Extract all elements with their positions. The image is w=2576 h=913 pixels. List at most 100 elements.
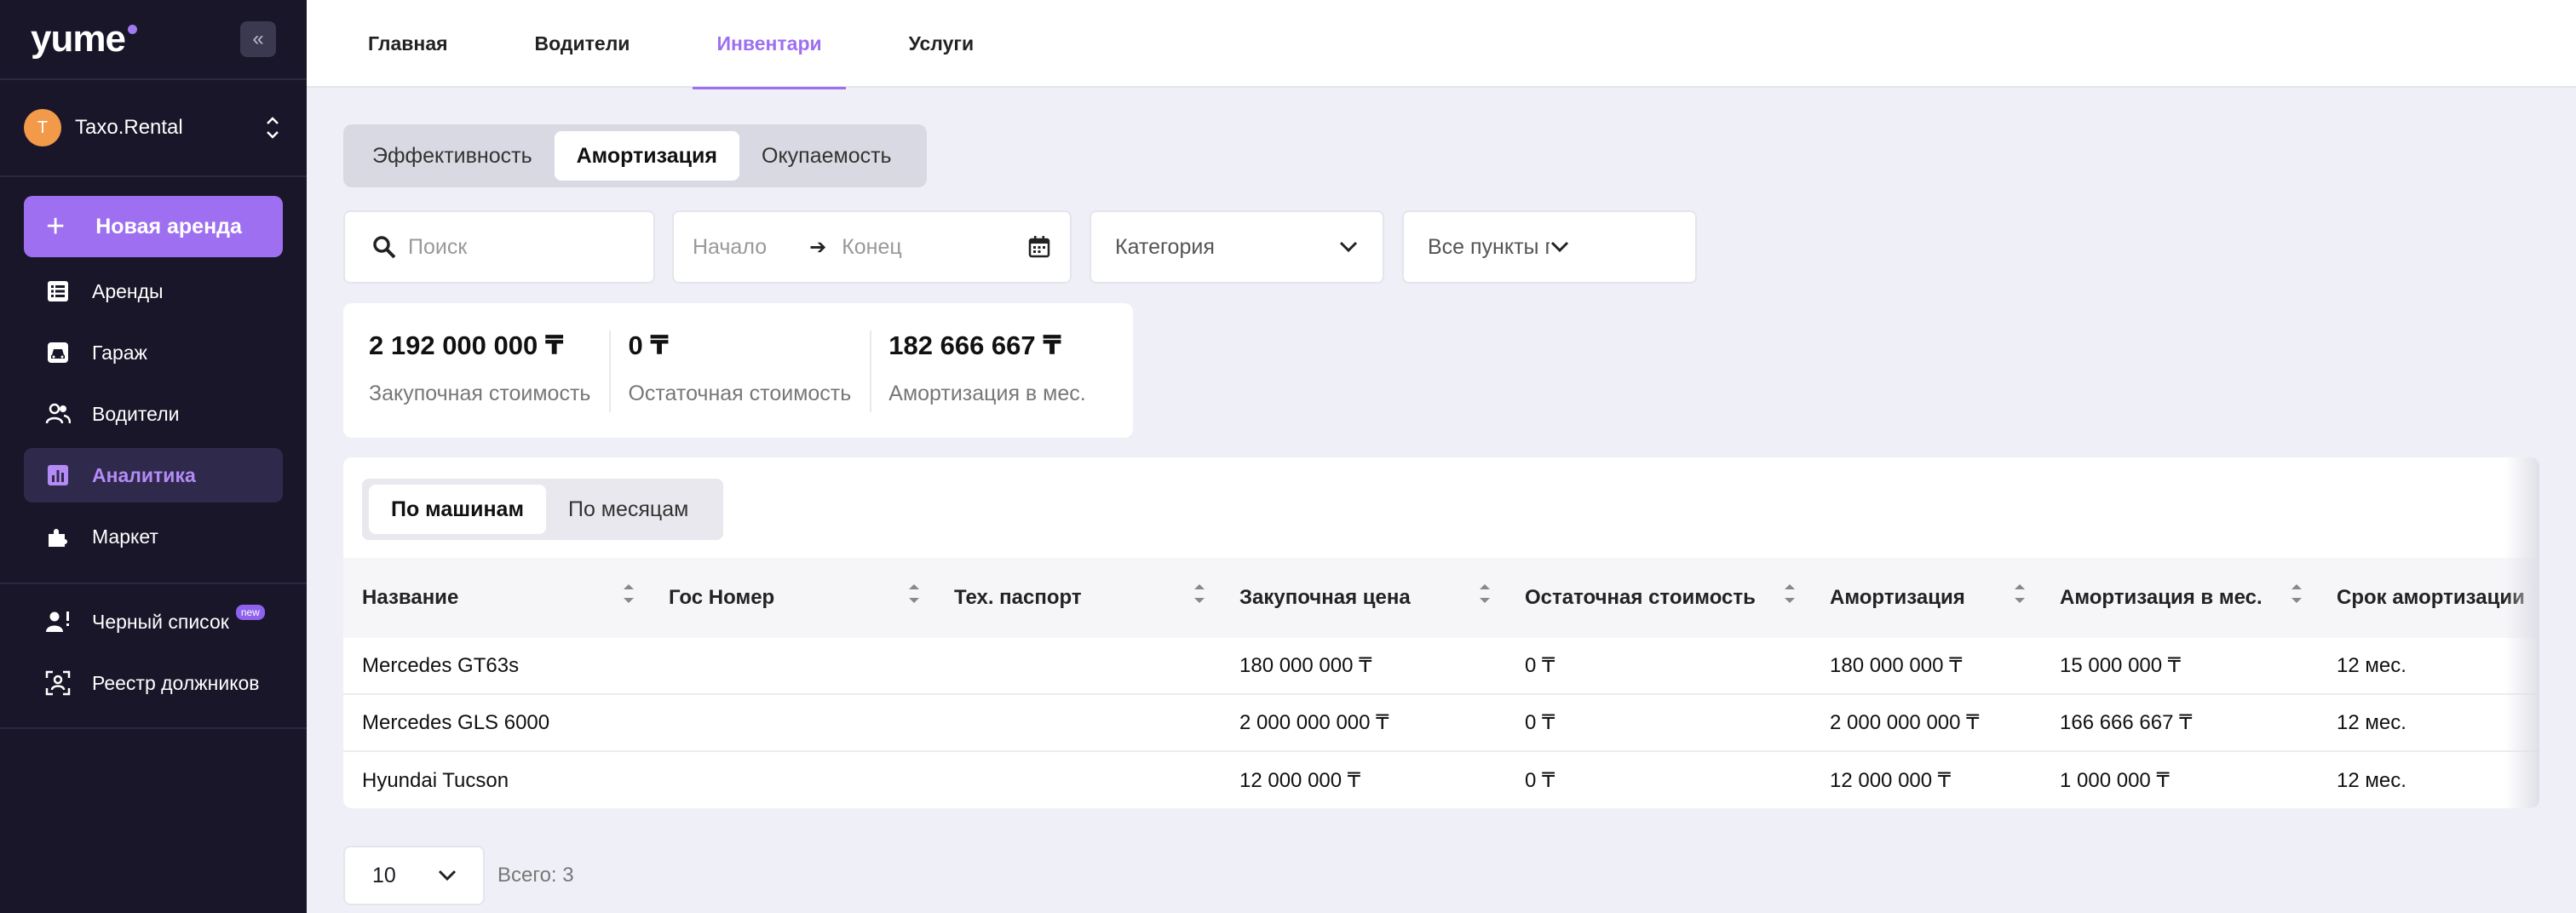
sidebar-item-label: Маркет [92,525,158,548]
top-navigation: Главная Водители Инвентари Услуги [307,0,2576,89]
date-range-picker[interactable]: Начало ➔ Конец [672,210,1072,284]
sidebar-item-drivers[interactable]: Водители [24,387,283,441]
sidebar-item-garage[interactable]: Гараж [24,325,283,380]
sort-icon[interactable] [2291,583,2303,604]
sidebar-item-label: Черный список [92,610,229,633]
stat-purchase-cost: 2 192 000 000 ₸ Закупочная стоимость [369,330,612,412]
cell-purchase-price: 2 000 000 000 ₸ [1239,711,1389,734]
column-header-tech-passport[interactable]: Тех. паспорт [935,558,1221,638]
amortization-table-card: По машинам По месяцам Название Гос Номер… [343,457,2539,808]
tab-inventory[interactable]: Инвентари [693,0,846,89]
collapse-sidebar-button[interactable]: « [240,21,276,57]
double-chevron-left-icon: « [252,27,264,50]
stat-monthly-amortization: 182 666 667 ₸ Амортизация в мес. [888,330,1104,412]
search-placeholder: Поиск [408,234,468,259]
column-label: Остаточная стоимость [1525,586,1756,609]
chevron-up-down-icon [262,112,283,143]
logo[interactable]: yume [31,18,137,60]
start-date-field[interactable]: Начало [693,235,767,260]
table-row[interactable]: Hyundai Tucson 12 000 000 ₸ 0 ₸ 12 000 0… [343,752,2539,808]
sidebar-item-debtors-registry[interactable]: Реестр должников [24,656,283,710]
sort-icon[interactable] [908,583,920,604]
cell-name: Mercedes GLS 6000 [362,710,550,734]
stat-label: Закупочная стоимость [369,382,591,405]
chart-icon [44,462,72,489]
sidebar-nav: Аренды Гараж Водители Аналитика Маркет [0,264,307,564]
column-header-monthly-amortization[interactable]: Амортизация в мес. [2041,558,2318,638]
column-label: Амортизация [1830,586,1965,609]
column-label: Название [362,586,459,609]
users-icon [44,400,72,428]
segment-amortization[interactable]: Амортизация [554,131,739,181]
cell-monthly-amortization: 1 000 000 ₸ [2060,769,2170,792]
sort-icon[interactable] [623,583,635,604]
column-header-name[interactable]: Название [343,558,650,638]
company-switcher[interactable]: T Taxo.Rental [0,80,307,175]
total-count: Всего: 3 [497,864,574,887]
table-row[interactable]: Mercedes GLS 6000 2 000 000 000 ₸ 0 ₸ 2 … [343,695,2539,752]
divider [0,175,307,177]
rental-points-placeholder: Все пункты проката [1428,234,1550,259]
segment-efficiency[interactable]: Эффективность [350,131,555,181]
cell-amortization: 180 000 000 ₸ [1830,654,1963,677]
page-size-value: 10 [372,863,396,887]
column-header-purchase-price[interactable]: Закупочная цена [1221,558,1506,638]
sort-icon[interactable] [1784,583,1796,604]
user-alert-icon [44,608,72,635]
stat-label: Остаточная стоимость [628,382,852,405]
view-by-months[interactable]: По месяцам [546,485,710,534]
company-name: Taxo.Rental [75,116,183,139]
rental-points-select[interactable]: Все пункты проката [1402,210,1697,284]
column-label: Срок амортизации [2337,586,2525,609]
end-date-field[interactable]: Конец [842,235,902,260]
sidebar-item-blacklist[interactable]: Черный список new [24,594,283,649]
sort-icon[interactable] [2014,583,2026,604]
cell-residual-cost: 0 ₸ [1525,711,1555,734]
search-input[interactable]: Поиск [343,210,655,284]
sort-icon[interactable] [1193,583,1205,604]
arrow-right-icon: ➔ [809,235,827,259]
sidebar-header: yume « [0,0,307,78]
page-size-select[interactable]: 10 [343,846,485,905]
new-rent-button[interactable]: + Новая аренда [24,196,283,257]
sidebar-item-label: Аналитика [92,463,196,486]
stat-value: 0 ₸ [628,330,669,360]
table-row[interactable]: Mercedes GT63s 180 000 000 ₸ 0 ₸ 180 000… [343,638,2539,695]
tab-drivers[interactable]: Водители [511,0,654,88]
car-icon [44,339,72,366]
table-header: Название Гос Номер Тех. паспорт Закупочн… [343,558,2539,638]
horizontal-scroll-shadow [2505,457,2539,808]
tab-main[interactable]: Главная [368,0,472,88]
column-header-amortization[interactable]: Амортизация [1811,558,2041,638]
cell-residual-cost: 0 ₸ [1525,654,1555,677]
column-label: Тех. паспорт [954,586,1082,609]
cell-amortization: 12 000 000 ₸ [1830,769,1952,792]
logo-dot [127,25,137,34]
sort-icon[interactable] [1479,583,1491,604]
segment-payback[interactable]: Окупаемость [739,131,914,181]
plus-icon: + [46,209,66,244]
cell-monthly-amortization: 166 666 667 ₸ [2060,711,2193,734]
sidebar-item-label: Гараж [92,341,147,364]
divider [0,583,307,584]
column-label: Гос Номер [669,586,775,609]
divider [0,727,307,729]
column-header-residual-cost[interactable]: Остаточная стоимость [1506,558,1811,638]
category-select[interactable]: Категория [1090,210,1384,284]
column-header-plate[interactable]: Гос Номер [650,558,935,638]
cell-name: Mercedes GT63s [362,653,520,677]
tab-services[interactable]: Услуги [885,0,998,88]
sidebar-item-market[interactable]: Маркет [24,509,283,564]
calendar-icon[interactable] [1027,235,1051,259]
chevron-down-icon [437,864,457,888]
chevron-down-icon [1338,235,1359,260]
sidebar-item-analytics[interactable]: Аналитика [24,448,283,502]
analytics-segment-control: Эффективность Амортизация Окупаемость [343,124,927,187]
chevron-down-icon [1550,235,1671,260]
company-avatar: T [24,109,61,146]
amortization-stats: 2 192 000 000 ₸ Закупочная стоимость 0 ₸… [343,303,1133,438]
stat-value: 182 666 667 ₸ [888,330,1061,360]
sidebar-item-rents[interactable]: Аренды [24,264,283,319]
view-by-cars[interactable]: По машинам [369,485,546,534]
stat-value: 2 192 000 000 ₸ [369,330,564,360]
